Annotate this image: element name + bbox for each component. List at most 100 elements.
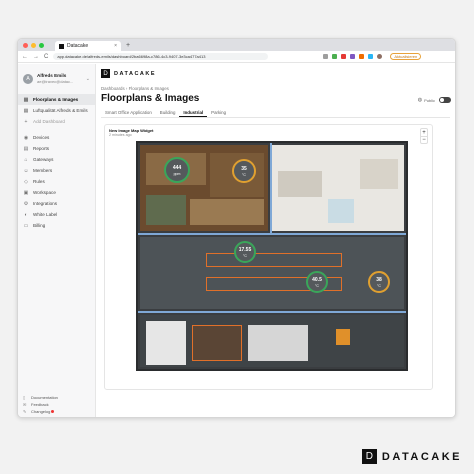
widget-timestamp: 2 minutes ago bbox=[109, 133, 132, 137]
sidebar-footer: ▯ Documentation ✉ Feedback ✎ Changelog bbox=[18, 394, 95, 415]
sidebar-item-reports[interactable]: ▤ Reports bbox=[18, 143, 95, 154]
tab-parking[interactable]: Parking bbox=[207, 109, 230, 117]
dashboard-tabs: Smart Office Application Building Indust… bbox=[101, 109, 450, 118]
sidebar-item-label: Luftqualität Alfreds & Emils bbox=[33, 108, 88, 113]
extension-icon[interactable] bbox=[341, 54, 347, 59]
extension-icon[interactable] bbox=[350, 54, 356, 59]
maximize-window-dot[interactable] bbox=[39, 42, 44, 48]
sensor-unit: °C bbox=[315, 283, 319, 288]
sensor-unit: °C bbox=[377, 283, 381, 288]
tab-building[interactable]: Building bbox=[156, 109, 180, 117]
zoom-out-button[interactable]: − bbox=[421, 136, 427, 143]
documentation-icon: ▯ bbox=[23, 395, 26, 400]
sensor-value: 17.55 bbox=[238, 246, 252, 253]
dashboard-icon: ▦ bbox=[23, 107, 29, 114]
tab-smart-office[interactable]: Smart Office Application bbox=[101, 109, 156, 117]
sensor-value: 40.5 bbox=[312, 276, 322, 283]
datacake-logo-icon: D bbox=[101, 69, 110, 78]
user-name: Alfreds Emils bbox=[37, 73, 67, 78]
sidebar: A Alfreds Emils ae@iravec@datac... ⌄ ▦ Fl… bbox=[18, 64, 96, 417]
brand-header: D DATACAKE bbox=[96, 64, 455, 78]
sidebar-item-label: Devices bbox=[33, 135, 50, 140]
browser-tab-title: Datacake bbox=[67, 43, 89, 49]
sensor-value: 35 bbox=[241, 165, 247, 172]
sidebar-item-label: Gateways bbox=[33, 157, 54, 162]
footer-link-label: Changelog bbox=[31, 409, 51, 414]
sidebar-item-label: Billing bbox=[33, 223, 46, 228]
breadcrumb[interactable]: Dashboards › Floorplans & Images bbox=[101, 86, 169, 91]
back-button[interactable]: ← bbox=[22, 54, 28, 60]
address-bar-row: ← → C app.datacake.de/alfreds-emils/dash… bbox=[18, 51, 455, 63]
profile-avatar-icon[interactable] bbox=[377, 54, 383, 59]
brand-name: DATACAKE bbox=[114, 70, 157, 77]
sensor-marker-temperature[interactable]: 35 °C bbox=[232, 159, 256, 183]
footer-link-label: Documentation bbox=[31, 395, 58, 400]
extension-icon[interactable] bbox=[368, 54, 374, 59]
documentation-link[interactable]: ▯ Documentation bbox=[18, 394, 95, 401]
close-tab-icon[interactable]: × bbox=[114, 43, 117, 49]
sidebar-item-label: Floorplans & Images bbox=[33, 97, 79, 102]
globe-icon: ◍ bbox=[417, 97, 423, 103]
public-label: Public bbox=[424, 97, 435, 103]
extension-icon[interactable] bbox=[323, 54, 329, 59]
extensions-bar bbox=[323, 54, 383, 59]
changelog-icon: ✎ bbox=[23, 409, 27, 414]
sidebar-item-label: Integrations bbox=[33, 201, 58, 206]
sensor-marker-temperature[interactable]: 40.5 °C bbox=[306, 271, 328, 293]
user-menu[interactable]: A Alfreds Emils ae@iravec@datac... ⌄ bbox=[18, 64, 95, 89]
browser-tab[interactable]: Datacake × bbox=[55, 41, 121, 51]
sidebar-item-label: Workspace bbox=[33, 190, 56, 195]
sidebar-item-label: Members bbox=[33, 168, 53, 173]
reload-button[interactable]: C bbox=[44, 54, 48, 60]
white-label-icon: ◐ bbox=[24, 211, 28, 218]
extension-icon[interactable] bbox=[332, 54, 338, 59]
update-browser-button[interactable]: Aktualisieren bbox=[390, 53, 422, 60]
close-window-dot[interactable] bbox=[23, 42, 28, 48]
tab-industrial[interactable]: Industrial bbox=[179, 109, 208, 117]
sidebar-item-workspace[interactable]: ▣ Workspace bbox=[18, 187, 95, 198]
sidebar-item-label: Rules bbox=[33, 179, 45, 184]
sidebar-item-luftqualitaet[interactable]: ▦ Luftqualität Alfreds & Emils bbox=[18, 105, 95, 116]
datacake-favicon-icon bbox=[59, 43, 64, 49]
plus-icon: + bbox=[24, 118, 28, 125]
sidebar-item-white-label[interactable]: ◐ White Label bbox=[18, 209, 95, 220]
new-tab-button[interactable]: + bbox=[126, 42, 130, 49]
chevron-down-icon: ⌄ bbox=[85, 75, 90, 82]
avatar: A bbox=[23, 73, 33, 84]
sidebar-item-members[interactable]: ☺ Members bbox=[18, 165, 95, 176]
sensor-marker-temperature[interactable]: 17.55 °C bbox=[234, 241, 256, 263]
url-field[interactable]: app.datacake.de/alfreds-emils/dashboard/… bbox=[53, 53, 269, 60]
devices-icon: ◉ bbox=[23, 134, 29, 141]
sensor-marker-temperature[interactable]: 38 °C bbox=[368, 271, 390, 293]
sensor-unit: °C bbox=[243, 253, 247, 258]
browser-window: Datacake × + ← → C app.datacake.de/alfre… bbox=[17, 38, 456, 418]
footer-link-label: Feedback bbox=[31, 402, 49, 407]
sidebar-item-rules[interactable]: ◇ Rules bbox=[18, 176, 95, 187]
sensor-value: 38 bbox=[376, 276, 382, 283]
rules-icon: ◇ bbox=[24, 178, 28, 185]
floorplan-image[interactable]: 444 ppm 35 °C 17.55 °C 40.5 °C 38 °C bbox=[136, 141, 408, 371]
zoom-in-button[interactable]: + bbox=[421, 129, 427, 136]
add-dashboard-button[interactable]: + Add Dashboard bbox=[18, 116, 95, 127]
members-icon: ☺ bbox=[23, 167, 29, 174]
feedback-link[interactable]: ✉ Feedback bbox=[18, 401, 95, 408]
minimize-window-dot[interactable] bbox=[31, 42, 36, 48]
sidebar-item-devices[interactable]: ◉ Devices bbox=[18, 132, 95, 143]
reports-icon: ▤ bbox=[23, 145, 29, 152]
sensor-marker-co2[interactable]: 444 ppm bbox=[164, 157, 190, 183]
extension-icon[interactable] bbox=[359, 54, 365, 59]
sidebar-item-gateways[interactable]: ⌂ Gateways bbox=[18, 154, 95, 165]
datacake-watermark: D DATACAKE bbox=[361, 449, 462, 464]
sidebar-item-billing[interactable]: ▭ Billing bbox=[18, 220, 95, 231]
sidebar-item-integrations[interactable]: ⚙ Integrations bbox=[18, 198, 95, 209]
datacake-logo-icon: D bbox=[361, 449, 377, 464]
forward-button[interactable]: → bbox=[33, 54, 39, 60]
public-toggle[interactable] bbox=[439, 97, 451, 103]
watermark-brand-name: DATACAKE bbox=[381, 450, 462, 463]
changelog-link[interactable]: ✎ Changelog bbox=[18, 408, 95, 415]
integrations-icon: ⚙ bbox=[23, 200, 29, 207]
zoom-controls: + − bbox=[420, 128, 428, 144]
sensor-unit: °C bbox=[242, 172, 246, 177]
sidebar-item-floorplans-images[interactable]: ▦ Floorplans & Images bbox=[18, 94, 95, 105]
billing-icon: ▭ bbox=[23, 222, 29, 229]
